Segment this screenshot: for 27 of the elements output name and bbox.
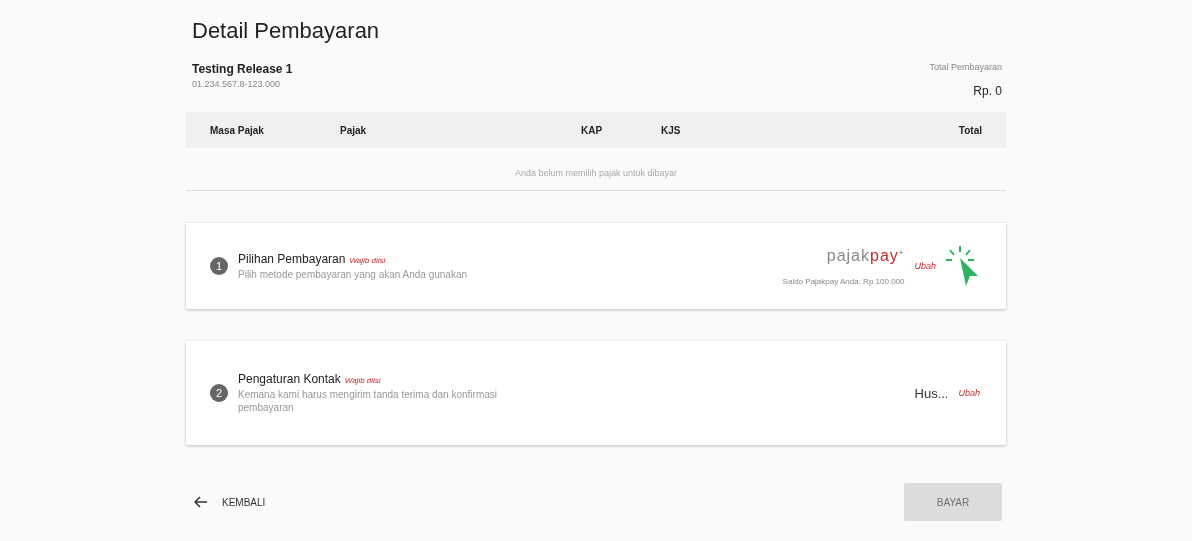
empty-message: Anda belum memilih pajak untuk dibayar — [186, 148, 1006, 191]
change-link[interactable]: Ubah — [914, 261, 936, 271]
column-header: Total — [957, 124, 982, 136]
step-number: 1 — [210, 257, 228, 275]
step-title: Pengaturan Kontak — [238, 372, 341, 386]
back-arrow-icon — [194, 496, 208, 508]
required-note: Wajib diisi — [349, 255, 386, 265]
column-header: KJS — [661, 124, 682, 136]
step-number: 2 — [210, 384, 228, 402]
step-description: Kemana kami harus mengirim tanda terima dan konfirmasi pembayaran — [238, 388, 498, 414]
contact-value: Hus... — [914, 385, 949, 401]
pay-logo: pajakpay$^{+}$ — [826, 246, 905, 265]
taxpayer-id: 01.234.567.8-123.000 — [192, 79, 281, 89]
step-description: Pilih metode pembayaran yang akan Anda gunakan — [238, 267, 469, 281]
taxpayer-name: Testing Release 1 — [192, 62, 293, 76]
column-header: Pajak — [340, 124, 368, 136]
step-title: Pilihan Pembayaran — [238, 251, 346, 266]
total-amount: Rp. 0 — [973, 84, 1002, 98]
page-title: Detail Pembayaran — [192, 18, 381, 44]
total-label: Total Pembayaran — [929, 62, 1002, 72]
column-header: KAP — [581, 124, 604, 136]
change-link[interactable]: Ubah — [958, 388, 980, 398]
back-button[interactable]: KEMBALI — [194, 496, 266, 508]
cursor-click-icon — [946, 246, 980, 286]
required-note: Wajib diisi — [344, 376, 381, 385]
column-header: Masa Pajak — [210, 124, 265, 136]
balance-text: Saldo Pajakpay Anda: Rp 100.000 — [782, 276, 905, 286]
